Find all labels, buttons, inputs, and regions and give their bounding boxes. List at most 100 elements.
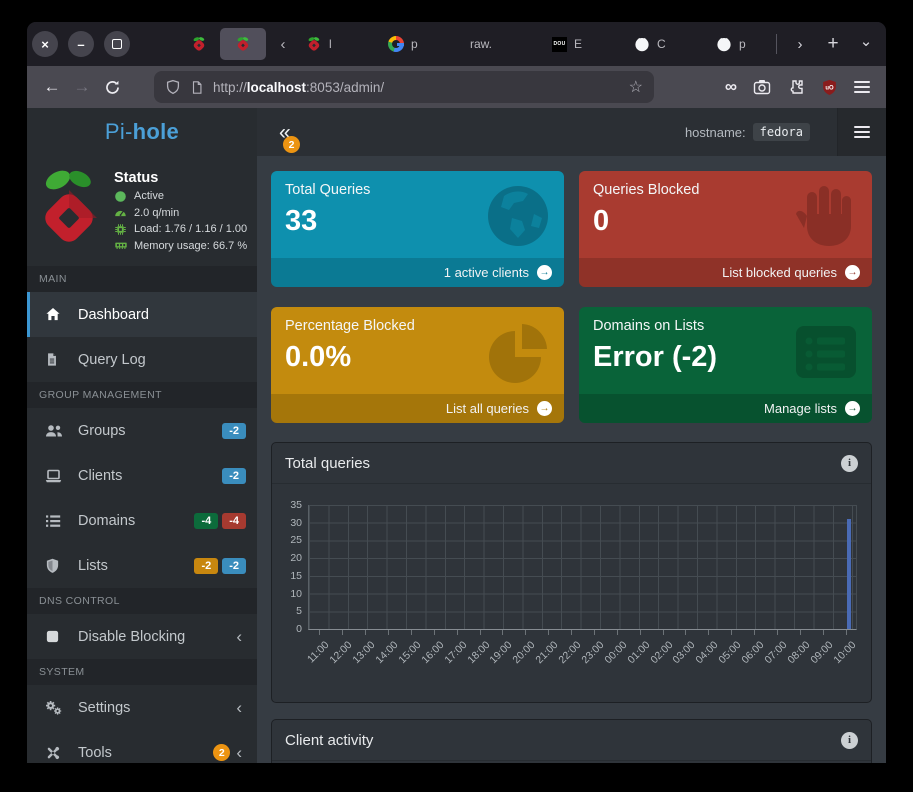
queries-chart-plot[interactable] [308,505,857,630]
bookmark-star-icon[interactable]: ☆ [629,77,643,97]
scroll-tabs-left-button[interactable]: ‹ [270,36,296,53]
forward-button[interactable]: → [67,77,97,97]
new-tab-button[interactable]: + [823,33,843,55]
pihole-logo: Pi-hole [105,119,179,145]
sidebar-section-label: MAIN [27,266,257,292]
listbox-icon [790,316,862,388]
sidebar-item-tools[interactable]: Tools2‹ [27,730,257,763]
browser-titlebar: × – ‹ lpraw.DOUECp › + ⌄ [27,22,886,66]
screenshot-camera-icon[interactable] [753,78,771,96]
browser-window: × – ‹ lpraw.DOUECp › + ⌄ ← → [27,22,886,763]
pinned-tab[interactable] [184,36,214,52]
sidebar-item-clients[interactable]: Clients-2 [27,453,257,498]
browser-menu-icon[interactable] [854,81,870,93]
sidebar-item-dashboard[interactable]: Dashboard [27,292,257,337]
query-bar[interactable] [847,519,851,629]
sidebar-item-domains[interactable]: Domains-4-4 [27,498,257,543]
tab-title: p [411,37,418,51]
url-text[interactable]: http://localhost:8053/admin/ [213,80,620,95]
status-chip: Load: 1.76 / 1.16 / 1.00 [114,223,247,236]
status-text: 2.0 q/min [134,207,179,219]
update-count-badge: 2 [283,136,300,153]
laptop-icon [45,468,65,484]
list-all-tabs-button[interactable]: ⌄ [856,32,876,50]
hostname-value: fedora [753,123,810,141]
status-text: Active [134,190,164,202]
browser-tab[interactable]: DOUE [542,28,624,60]
info-icon[interactable]: i [841,732,858,749]
x-tick [502,630,503,635]
url-bar[interactable]: http://localhost:8053/admin/ ☆ [154,71,654,103]
client-activity-panel: Client activity i [271,719,872,763]
back-button[interactable]: ← [37,77,67,97]
card-footer-link[interactable]: 1 active clients→ [271,258,564,287]
extensions-puzzle-icon[interactable] [787,78,805,96]
browser-tab[interactable]: C [624,28,706,60]
x-tick-label: 11:00 [305,639,332,666]
card-footer-link[interactable]: List all queries→ [271,394,564,423]
sidebar-item-lists[interactable]: Lists-2-2 [27,543,257,588]
maximize-window-button[interactable] [104,31,130,57]
list-icon [45,513,65,529]
x-tick [800,630,801,635]
info-icon[interactable]: i [841,455,858,472]
containers-mask-icon[interactable]: ∞ [725,77,737,97]
logo-area[interactable]: Pi-hole [27,108,257,156]
x-tick-label: 23:00 [579,639,606,666]
close-window-button[interactable]: × [32,31,58,57]
chevron-left-icon: ‹ [236,627,242,647]
total-queries-panel: Total queries i 35302520151050 11:0012:0… [271,442,872,703]
panel-title: Client activity [285,732,373,749]
minimize-window-button[interactable]: – [68,31,94,57]
pie-icon [482,316,554,388]
card-footer-link[interactable]: Manage lists→ [579,394,872,423]
sidebar: Status Active2.0 q/minLoad: 1.76 / 1.16 … [27,156,257,763]
card-footer-link[interactable]: List blocked queries→ [579,258,872,287]
status-circle: Active [114,190,247,203]
x-tick-label: 20:00 [511,639,538,666]
x-tick-label: 17:00 [442,639,469,666]
x-tick [708,630,709,635]
x-tick-label: 08:00 [785,639,812,666]
active-tab[interactable] [220,28,266,60]
x-tick [823,630,824,635]
x-tick-label: 02:00 [648,639,675,666]
x-tick-label: 00:00 [602,639,629,666]
reload-button[interactable] [97,79,127,96]
x-tick [777,630,778,635]
x-tick [571,630,572,635]
app-header: Pi-hole « 2 hostname: fedora [27,108,886,156]
header-menu-button[interactable] [837,108,886,156]
x-tick [480,630,481,635]
arrow-right-icon: → [537,401,552,416]
y-tick-label: 20 [290,552,302,564]
y-tick-label: 10 [290,588,302,600]
page-info-icon[interactable] [190,80,204,95]
browser-tab[interactable]: p [378,28,460,60]
ublock-shield-icon[interactable]: uO [821,79,838,96]
x-tick [434,630,435,635]
sidebar-item-query-log[interactable]: Query Log [27,337,257,382]
main-content: Total Queries331 active clients→Queries … [257,156,886,763]
sidebar-item-settings[interactable]: Settings‹ [27,685,257,730]
tools-icon [45,745,65,761]
chevron-left-icon: ‹ [236,743,242,763]
sidebar-item-disable-blocking[interactable]: Disable Blocking‹ [27,614,257,659]
sidebar-item-label: Dashboard [78,307,149,323]
x-tick-label: 07:00 [762,639,789,666]
panel-header: Client activity i [272,720,871,761]
browser-tab[interactable]: l [296,28,378,60]
y-tick-label: 35 [290,499,302,511]
scroll-tabs-right-button[interactable]: › [790,36,810,53]
x-tick [685,630,686,635]
x-tick-label: 15:00 [396,639,423,666]
card-footer-label: 1 active clients [444,265,529,280]
sidebar-item-groups[interactable]: Groups-2 [27,408,257,453]
card-domains-on-lists: Domains on ListsError (-2)Manage lists→ [579,307,872,423]
browser-tab[interactable]: raw. [460,28,542,60]
card-queries-blocked: Queries Blocked0List blocked queries→ [579,171,872,287]
chart-x-axis: 11:0012:0013:0014:0015:0016:0017:0018:00… [308,630,857,688]
sidebar-item-label: Query Log [78,352,146,368]
tracking-shield-icon[interactable] [165,79,181,95]
x-tick [754,630,755,635]
